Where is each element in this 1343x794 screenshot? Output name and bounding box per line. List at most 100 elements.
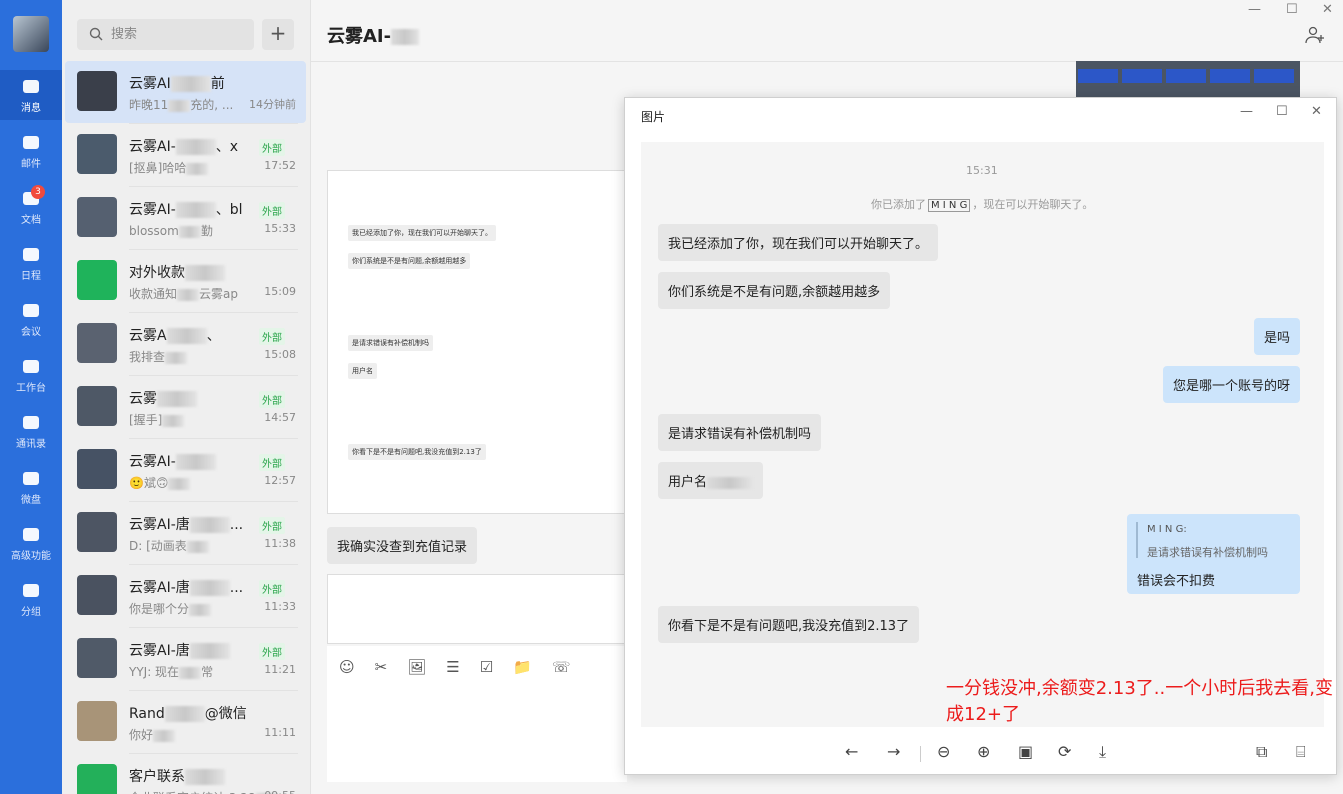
- conversation-preview: 我排查: [129, 348, 188, 365]
- quote-author: M I N G:: [1147, 524, 1187, 535]
- conversation-item[interactable]: 对外收款 收款通知 云雾ap 15:09: [65, 250, 306, 313]
- nav-item-chat[interactable]: 消息: [0, 70, 62, 120]
- add-button[interactable]: +: [262, 19, 294, 50]
- outgoing-message: 您是哪一个账号的呀: [1162, 366, 1300, 403]
- composer-tool-icon[interactable]: 📁: [513, 658, 532, 676]
- conversation-time: 11:11: [264, 726, 296, 739]
- conversation-time: 12:57: [264, 474, 296, 487]
- nav-item-label: 文档: [21, 215, 41, 226]
- conversation-preview: [抠鼻]哈哈: [129, 159, 209, 176]
- external-tag: 外部: [259, 517, 285, 534]
- calendar-icon: [20, 246, 42, 264]
- quote-text: 是请求错误有补偿机制吗: [1147, 546, 1268, 559]
- minimize-button[interactable]: —: [1248, 2, 1261, 17]
- nav-item-meeting[interactable]: 会议: [0, 294, 62, 344]
- conversation-time: 11:21: [264, 663, 296, 676]
- message-composer[interactable]: ☺ ✂ 🖼 ☰ ☑ 📁 ☏: [327, 646, 627, 782]
- conversation-name: 云雾AI-唐...: [129, 517, 244, 533]
- conversation-item[interactable]: 云雾AI-唐... 外部 D: [动画表 11:38: [65, 502, 306, 565]
- contacts-icon: [20, 414, 42, 432]
- conversation-item[interactable]: 云雾AI- 、x 外部 [抠鼻]哈哈 17:52: [65, 124, 306, 187]
- conversation-item[interactable]: 云雾AI-唐 外部 YYJ: 现在常 11:21: [65, 628, 306, 691]
- search-input[interactable]: 搜索: [77, 19, 254, 50]
- external-tag: 外部: [259, 454, 285, 471]
- ocr-icon[interactable]: ⌸: [1296, 742, 1306, 762]
- previous-icon[interactable]: ←: [845, 742, 858, 761]
- nav-item-label: 工作台: [16, 383, 46, 394]
- composer-tool-icon[interactable]: 🖼: [407, 658, 426, 676]
- composer-tool-icon[interactable]: ✂: [375, 658, 388, 676]
- rotate-icon[interactable]: ⟳: [1058, 742, 1071, 761]
- conversation-item[interactable]: Rand @微信 你好 11:11: [65, 691, 306, 754]
- nav-item-grid[interactable]: 工作台: [0, 350, 62, 400]
- conversation-time: 15:08: [264, 348, 296, 361]
- composer-tool-icon[interactable]: ☑: [480, 658, 493, 676]
- nav-item-tag[interactable]: 分组: [0, 574, 62, 624]
- composer-tool-icon[interactable]: ☰: [446, 658, 459, 676]
- nav-item-drive[interactable]: 微盘: [0, 462, 62, 512]
- conversation-time: 09:55: [264, 789, 296, 794]
- conversation-name: 云雾AI-唐...: [129, 580, 244, 596]
- nav-item-label: 消息: [21, 103, 41, 114]
- incoming-message: 是请求错误有补偿机制吗: [658, 414, 822, 451]
- conversation-preview: D: [动画表: [129, 537, 209, 554]
- chat-title: 云雾AI-: [327, 22, 420, 48]
- thumb-line: 我已经添加了你，现在我们可以开始聊天了。: [348, 225, 496, 241]
- conversation-item[interactable]: 云雾A、 外部 我排查 15:08: [65, 313, 306, 376]
- conversation-item[interactable]: 云雾AI- 外部 🙂斌🙃 12:57: [65, 439, 306, 502]
- nav-item-doc[interactable]: 文档 3: [0, 182, 62, 232]
- download-icon[interactable]: ⤓: [1099, 742, 1106, 762]
- composer-tool-icon[interactable]: ☏: [552, 658, 571, 676]
- conversation-item[interactable]: 云雾AI- 、bl 外部 blossom 勤 15:33: [65, 187, 306, 250]
- drive-icon: [20, 470, 42, 488]
- external-tag: 外部: [259, 202, 285, 219]
- image-viewer-window: 图片 — ☐ ✕ 15:31 你已添加了 M I N G ，现在可以开始聊天了。 我…: [624, 97, 1337, 775]
- avatar: [77, 323, 117, 363]
- avatar: [77, 197, 117, 237]
- viewer-maximize-button[interactable]: ☐: [1276, 104, 1288, 119]
- add-member-icon[interactable]: [1305, 26, 1325, 44]
- conversation-item[interactable]: 云雾AI 前昨晚11 充的, ... 14分钟前: [65, 61, 306, 124]
- close-button[interactable]: ✕: [1322, 2, 1333, 17]
- conversation-time: 17:52: [264, 159, 296, 172]
- nav-item-star[interactable]: 高级功能: [0, 518, 62, 568]
- conversation-preview: 企业联系客户统计 3.28: [129, 789, 278, 794]
- nav-item-calendar[interactable]: 日程: [0, 238, 62, 288]
- viewer-title: 图片: [641, 110, 666, 124]
- viewer-image: 15:31 你已添加了 M I N G ，现在可以开始聊天了。 我已经添加了你，现在…: [641, 142, 1324, 727]
- avatar: [77, 386, 117, 426]
- nav-item-label: 微盘: [21, 495, 41, 506]
- external-tag: 外部: [259, 328, 285, 345]
- composer-tool-icon[interactable]: ☺: [339, 658, 355, 676]
- screenshot-thumbnail[interactable]: 我已经添加了你，现在我们可以开始聊天了。 你们系统是不是有问题,余额越用越多 是…: [327, 170, 627, 514]
- nav-item-mail[interactable]: 邮件: [0, 126, 62, 176]
- incoming-message: 用户名: [658, 462, 764, 499]
- viewer-close-button[interactable]: ✕: [1311, 104, 1322, 119]
- zoom-out-icon[interactable]: ⊖: [937, 742, 950, 761]
- conversation-time: 14分钟前: [249, 98, 296, 111]
- conversation-item[interactable]: 云雾 外部 [握手] 14:57: [65, 376, 306, 439]
- meeting-icon: [20, 302, 42, 320]
- quote-bar: [1136, 522, 1138, 558]
- nav-item-label: 会议: [21, 327, 41, 338]
- screenshot-thumbnail-2[interactable]: [327, 574, 627, 644]
- nav-item-label: 邮件: [21, 159, 41, 170]
- conversation-preview: 收款通知 云雾ap: [129, 287, 238, 301]
- viewer-minimize-button[interactable]: —: [1240, 104, 1253, 119]
- conversation-item[interactable]: 客户联系企业联系客户统计 3.2809:55: [65, 754, 306, 794]
- quoted-reply: M I N G: 是请求错误有补偿机制吗 错误会不扣费: [1127, 514, 1300, 594]
- nav-item-contacts[interactable]: 通讯录: [0, 406, 62, 456]
- incoming-message: 我已经添加了你，现在我们可以开始聊天了。: [658, 224, 939, 261]
- zoom-in-icon[interactable]: ⊕: [977, 742, 990, 761]
- copy-icon[interactable]: ⧉: [1256, 742, 1267, 762]
- conversation-item[interactable]: 云雾AI-唐... 外部 你是哪个分 11:33: [65, 565, 306, 628]
- incoming-message: 你看下是不是有问题吧,我没充值到2.13了: [658, 606, 920, 643]
- maximize-button[interactable]: ☐: [1286, 2, 1298, 17]
- fit-icon[interactable]: ▣: [1018, 742, 1033, 761]
- user-avatar[interactable]: [13, 16, 49, 52]
- next-icon[interactable]: →: [887, 742, 900, 761]
- conversation-name: 云雾AI- 、bl: [129, 202, 243, 218]
- avatar: [77, 512, 117, 552]
- conversation-time: 11:33: [264, 600, 296, 613]
- conversation-name: 客户联系: [129, 766, 225, 786]
